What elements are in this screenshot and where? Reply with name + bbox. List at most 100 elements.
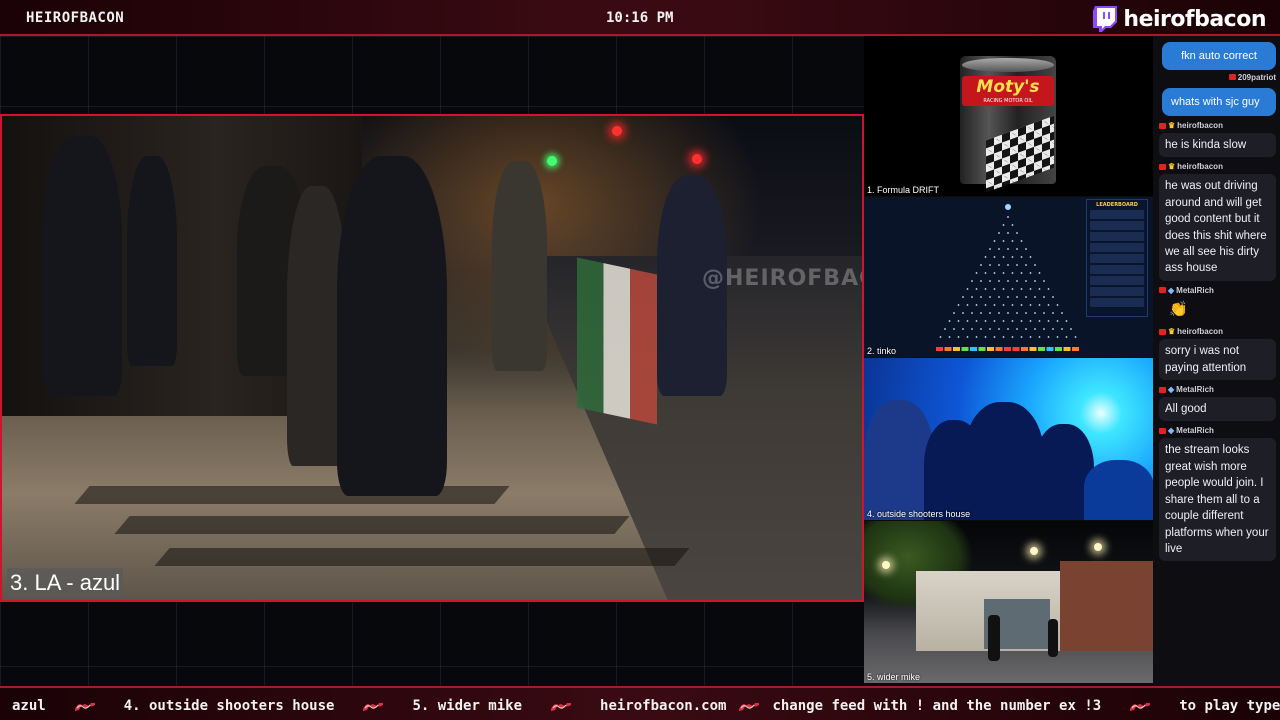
person xyxy=(337,156,447,496)
plinko-peg xyxy=(1011,304,1014,306)
plinko-peg xyxy=(1065,320,1068,322)
plinko-slot xyxy=(978,347,986,351)
leaderboard-row xyxy=(1090,221,1144,230)
plinko-peg xyxy=(957,336,960,338)
plinko-peg xyxy=(1011,320,1014,322)
plinko-peg xyxy=(1061,312,1063,314)
ticker-item[interactable]: heirofbacon.com xyxy=(600,698,726,714)
plinko-peg xyxy=(993,336,996,338)
traffic-light xyxy=(547,156,557,166)
plinko-slot xyxy=(987,347,994,351)
chat-author: ♛ heirofbacon xyxy=(1159,327,1276,336)
plinko-peg xyxy=(975,272,978,274)
plinko-peg xyxy=(1007,312,1009,314)
plinko-peg xyxy=(989,328,991,330)
ticker-item: change feed with ! and the number ex !3 xyxy=(772,698,1102,714)
plinko-slot xyxy=(936,347,943,351)
plinko-peg xyxy=(944,328,946,330)
plinko-peg xyxy=(980,296,982,298)
plinko-peg xyxy=(975,336,978,338)
plinko-peg xyxy=(1007,232,1009,234)
plinko-peg xyxy=(966,336,969,338)
leaderboard-row xyxy=(1090,287,1144,296)
top-bar: HEIROFBACON 10:16 PM heirofbacon xyxy=(0,0,1280,36)
plinko-peg xyxy=(1047,288,1050,290)
building xyxy=(1060,561,1153,651)
plinko-peg xyxy=(1016,328,1018,330)
plinko-peg xyxy=(984,336,987,338)
leaderboard-row xyxy=(1090,265,1144,274)
plinko-peg xyxy=(1025,296,1027,298)
plinko-peg xyxy=(1029,304,1032,306)
bacon-icon xyxy=(363,703,384,711)
feed-label: 3. LA - azul xyxy=(7,568,124,598)
plinko-peg xyxy=(1029,320,1032,322)
chat-panel[interactable]: fkn auto correct 209patriot whats with s… xyxy=(1153,36,1280,686)
plinko-peg xyxy=(1043,280,1045,282)
plinko-peg xyxy=(1020,304,1023,306)
traffic-light xyxy=(692,154,702,164)
plinko-peg xyxy=(1016,248,1018,250)
plinko-peg xyxy=(1070,328,1072,330)
chat-author: ◆ MetalRich xyxy=(1159,385,1276,394)
plinko-peg xyxy=(1002,256,1005,258)
crown-icon: ♛ xyxy=(1168,121,1176,130)
person xyxy=(42,136,122,396)
plinko-peg xyxy=(1047,320,1050,322)
leaderboard-row xyxy=(1090,276,1144,285)
plinko-peg xyxy=(962,296,964,298)
oil-sub: RACING MOTOR OIL xyxy=(983,98,1033,104)
plinko-peg xyxy=(989,312,991,314)
plinko-peg xyxy=(1034,312,1036,314)
feed-outside-shooters-house[interactable]: 4. outside shooters house xyxy=(864,358,1153,520)
plinko-peg xyxy=(998,296,1000,298)
plinko-peg xyxy=(1038,336,1041,338)
plinko-slot xyxy=(1055,347,1062,351)
chat-message: 👏 xyxy=(1169,300,1188,318)
plinko-peg xyxy=(1065,336,1068,338)
crown-icon: ♛ xyxy=(1168,162,1176,172)
plinko-peg xyxy=(971,280,973,282)
feed-tinko[interactable]: LEADERBOARD 2. tinko xyxy=(864,197,1153,357)
leaderboard-row xyxy=(1090,254,1144,263)
plinko-peg xyxy=(966,288,969,290)
leaderboard: LEADERBOARD xyxy=(1086,199,1148,317)
plinko-peg xyxy=(989,264,991,266)
feed-formula-drift[interactable]: Moty's RACING MOTOR OIL 1. Formula DRIFT xyxy=(864,36,1153,196)
plinko-peg xyxy=(962,312,964,314)
feed-wider-mike[interactable]: 5. wider mike xyxy=(864,521,1153,683)
plinko-peg xyxy=(1043,312,1045,314)
plinko-peg xyxy=(1011,272,1014,274)
leaderboard-title: LEADERBOARD xyxy=(1096,202,1138,208)
plinko-slot xyxy=(961,347,969,351)
plinko-peg xyxy=(984,288,987,290)
plinko-peg xyxy=(1038,272,1041,274)
chat-author: ◆ MetalRich xyxy=(1159,426,1276,435)
youtube-badge-icon xyxy=(1159,328,1166,335)
plinko-peg xyxy=(1002,320,1005,322)
plinko-peg xyxy=(1011,224,1014,226)
plinko-peg xyxy=(1002,336,1005,338)
person xyxy=(964,402,1044,520)
chat-message-outgoing: fkn auto correct xyxy=(1162,42,1276,70)
plinko-peg xyxy=(993,272,996,274)
plinko-peg xyxy=(957,320,960,322)
plinko-peg xyxy=(1061,328,1063,330)
oil-brand: Moty's xyxy=(976,77,1040,97)
plinko-peg xyxy=(1038,320,1041,322)
plinko-peg xyxy=(980,312,982,314)
bacon-icon xyxy=(1130,703,1151,711)
plinko-peg xyxy=(1020,288,1023,290)
main-video-feed[interactable]: @HEIROFBACON 3. LA - azul xyxy=(0,114,864,602)
plinko-peg xyxy=(1025,280,1027,282)
plinko-peg xyxy=(1052,296,1054,298)
youtube-badge-icon xyxy=(1228,74,1236,80)
plinko-peg xyxy=(1025,248,1027,250)
plinko-peg xyxy=(1007,296,1009,298)
plinko-peg xyxy=(1011,256,1014,258)
person xyxy=(127,156,177,366)
chat-message-outgoing: whats with sjc guy xyxy=(1162,88,1276,116)
chat-message: he was out driving around and will get g… xyxy=(1159,174,1276,281)
clock: 10:16 PM xyxy=(606,10,674,26)
plinko-peg xyxy=(1016,296,1018,298)
